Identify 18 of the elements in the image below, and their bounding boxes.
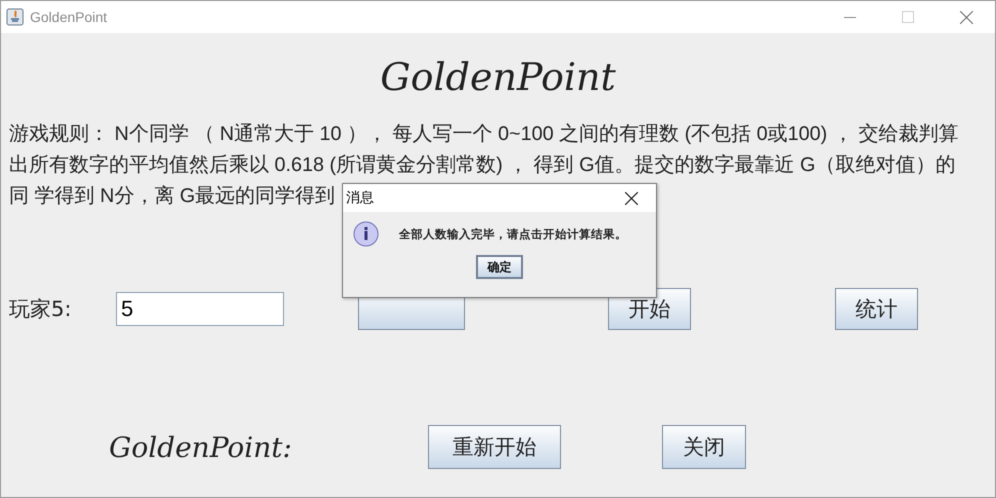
minimize-icon[interactable]: [844, 16, 856, 18]
app-heading: GoldenPoint: [380, 55, 616, 99]
footer-label: GoldenPoint:: [109, 430, 293, 464]
app-icon: [6, 8, 24, 26]
number-input[interactable]: 5: [116, 292, 284, 326]
player-label: 玩家5:: [9, 296, 72, 323]
rules-text: 同 学得到 N分，离 G最远的同学得到: [9, 184, 336, 209]
ok-button[interactable]: 确定: [476, 255, 523, 279]
window-title: GoldenPoint: [30, 9, 108, 25]
close-app-button[interactable]: 关闭: [662, 425, 746, 469]
restart-button[interactable]: 重新开始: [428, 425, 561, 469]
info-icon: [353, 221, 379, 247]
action-button[interactable]: 统计: [835, 288, 918, 330]
rules-text: 出所有数字的平均值然后乘以 0.618 (所谓黄金分割常数) ， 得到 G值。提交的数字最靠近 G（取绝对值）的: [9, 153, 956, 178]
rules-text: 游戏规则： N个同学 （ N通常大于 10 ）， 每人写一个 0~100 之间的有理数 (不包括 0或100) ， 交给裁判算: [9, 122, 958, 147]
dialog-message: 全部人数输入完毕，请点击开始计算结果。: [399, 226, 627, 242]
close-icon[interactable]: [625, 192, 638, 204]
dialog-title: 消息: [346, 189, 374, 207]
